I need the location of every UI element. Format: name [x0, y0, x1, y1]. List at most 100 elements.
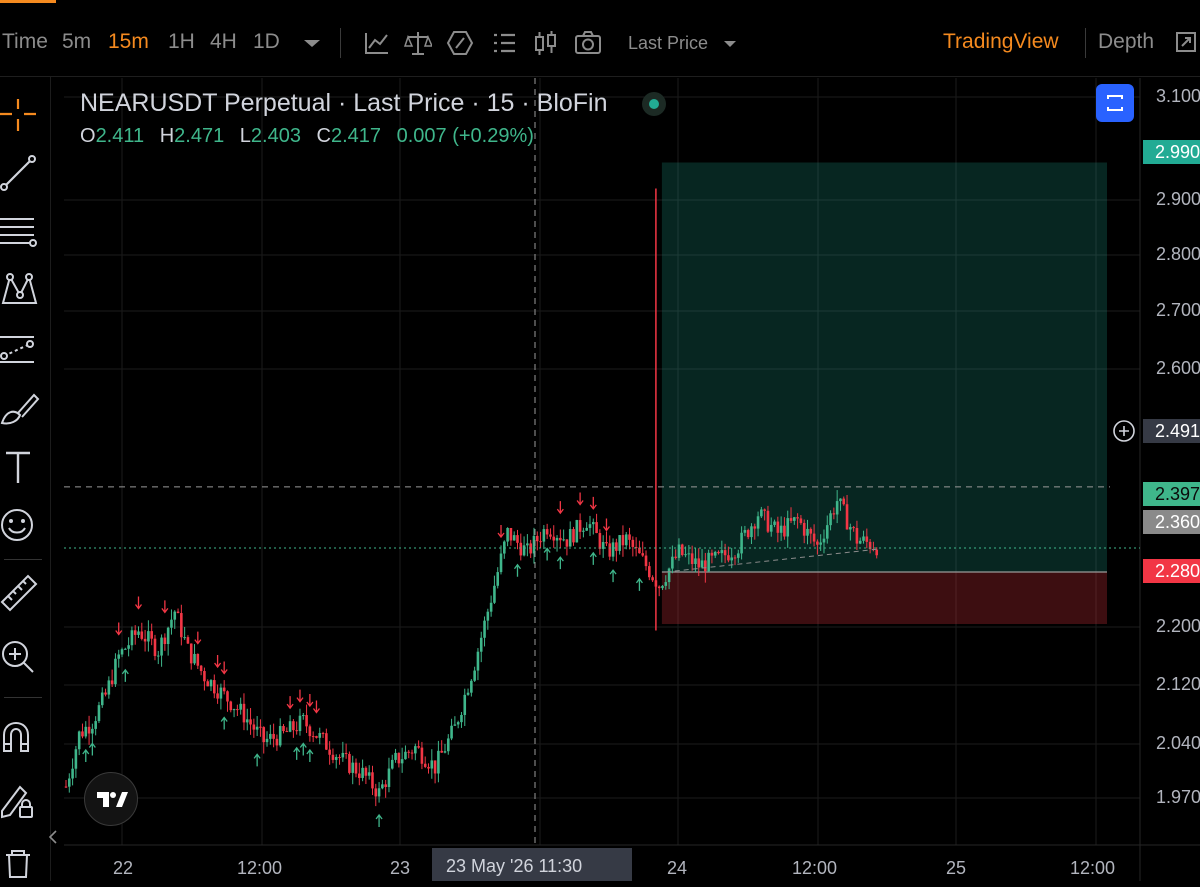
- candle-body: [301, 715, 305, 717]
- sell-signal-arrow: [220, 661, 228, 675]
- candle-body: [595, 522, 598, 534]
- crosshair-icon[interactable]: [0, 95, 44, 139]
- candle-body: [212, 680, 216, 694]
- candle-body: [605, 542, 608, 544]
- interval-1d[interactable]: 1D: [253, 30, 280, 54]
- candle-body: [186, 637, 190, 644]
- candle-body: [295, 730, 298, 732]
- interval-4h[interactable]: 4H: [210, 30, 237, 54]
- candle-body: [417, 746, 420, 748]
- interval-dropdown-icon[interactable]: [298, 28, 326, 58]
- candle-body: [657, 586, 661, 589]
- candle-body: [763, 509, 766, 511]
- buy-signal-arrow: [88, 742, 96, 756]
- candle-body: [446, 738, 450, 752]
- candle-body: [615, 542, 618, 551]
- candle-body: [486, 611, 490, 621]
- zoom-icon[interactable]: [0, 637, 44, 681]
- price-label: 2.800: [1156, 244, 1200, 264]
- candle-body: [690, 553, 694, 564]
- lock-drawings-icon[interactable]: [0, 779, 44, 823]
- crosshair-price-tag: 2.491: [1143, 419, 1200, 443]
- candle-body: [875, 549, 879, 556]
- emoji-icon[interactable]: [0, 503, 44, 547]
- tab-depth[interactable]: Depth: [1098, 30, 1154, 54]
- tradingview-logo[interactable]: [84, 772, 138, 826]
- object-tree-button[interactable]: [1096, 84, 1134, 122]
- interval-15m[interactable]: 15m: [108, 30, 149, 54]
- settings-list-icon[interactable]: [490, 28, 518, 58]
- candle-body: [450, 725, 453, 739]
- price-source-select[interactable]: Last Price: [628, 33, 708, 54]
- candle-body: [344, 752, 348, 754]
- pattern-icon[interactable]: [0, 269, 44, 313]
- forecast-icon[interactable]: [0, 329, 44, 373]
- templates-icon[interactable]: [446, 28, 474, 58]
- fullscreen-icon[interactable]: [1174, 28, 1198, 58]
- candle-body: [282, 726, 285, 732]
- candle-body: [272, 733, 275, 739]
- interval-1h[interactable]: 1H: [168, 30, 195, 54]
- tab-tradingview[interactable]: TradingView: [943, 30, 1059, 54]
- candle-body: [684, 554, 687, 556]
- candle-body: [542, 529, 546, 542]
- candle-body: [252, 724, 256, 730]
- candle-body: [740, 532, 743, 554]
- sell-signal-arrow: [497, 525, 505, 539]
- candle-body: [855, 528, 859, 544]
- candle-body: [766, 510, 770, 532]
- trend-line-icon[interactable]: [0, 151, 44, 195]
- candle-body: [819, 542, 822, 545]
- candle-body: [476, 651, 480, 671]
- add-plus-icon[interactable]: [1112, 419, 1136, 443]
- candle-body: [588, 524, 592, 528]
- sell-signal-arrow: [194, 631, 202, 645]
- candle-body: [433, 760, 437, 774]
- candle-body: [713, 551, 717, 556]
- brush-icon[interactable]: [0, 389, 44, 433]
- trash-icon[interactable]: [0, 843, 44, 887]
- candle-body: [305, 715, 308, 727]
- candle-body: [437, 750, 440, 774]
- screenshot-icon[interactable]: [574, 28, 602, 58]
- candle-body: [262, 727, 266, 743]
- indicators-icon[interactable]: [363, 28, 391, 58]
- candle-body: [539, 541, 542, 543]
- candle-style-icon[interactable]: [532, 28, 560, 58]
- interval-time[interactable]: Time: [2, 30, 48, 54]
- candle-body: [127, 645, 130, 649]
- candle-body: [456, 722, 460, 725]
- candle-body: [779, 525, 783, 533]
- candle-body: [124, 648, 127, 650]
- candle-body: [591, 522, 595, 525]
- candle-body: [71, 768, 74, 779]
- candle-body: [341, 752, 345, 758]
- candle-body: [74, 749, 78, 769]
- candle-body: [407, 751, 411, 753]
- price-label: 3.100: [1156, 86, 1200, 106]
- interval-5m[interactable]: 5m: [62, 30, 91, 54]
- candle-body: [463, 694, 467, 715]
- candle-body: [117, 654, 121, 659]
- candle-body: [796, 517, 799, 519]
- collapse-toolbar-icon[interactable]: [46, 817, 60, 861]
- candle-body: [156, 655, 160, 657]
- candle-body: [331, 754, 335, 760]
- magnet-icon[interactable]: [0, 715, 44, 759]
- candle-body: [311, 736, 315, 738]
- text-icon[interactable]: [0, 445, 44, 489]
- candle-body: [173, 611, 177, 620]
- fib-icon[interactable]: [0, 211, 44, 255]
- candle-body: [94, 721, 97, 729]
- buy-signal-arrow: [220, 716, 228, 730]
- candle-body: [170, 619, 173, 628]
- candle-body: [568, 529, 572, 547]
- ruler-icon[interactable]: [0, 572, 44, 616]
- candle-body: [608, 543, 612, 557]
- candle-body: [226, 691, 229, 702]
- candle-body: [420, 747, 424, 764]
- chevron-down-icon[interactable]: [718, 28, 742, 58]
- compare-icon[interactable]: [404, 28, 432, 58]
- last-price-tag: 2.397: [1143, 482, 1200, 506]
- candle-body: [723, 550, 727, 556]
